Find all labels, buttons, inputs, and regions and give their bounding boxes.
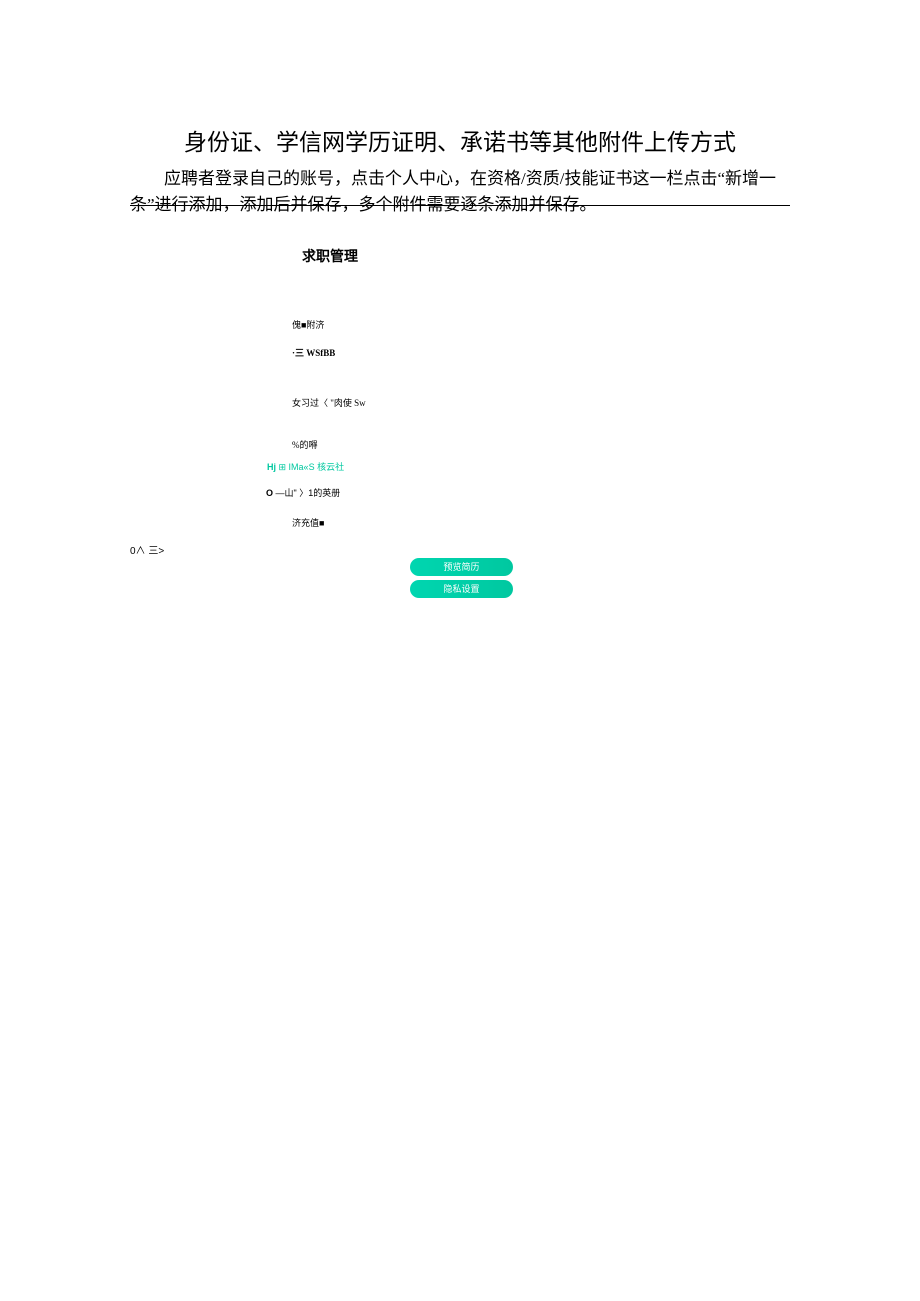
sidebar-item-certificate[interactable]: Hj ⊞ IMa«S 核云社 bbox=[267, 460, 344, 473]
sidebar-item-practice[interactable]: 女习过〈 "肉使 Sw bbox=[292, 396, 366, 409]
preview-resume-button[interactable]: 预览简历 bbox=[410, 558, 513, 576]
sidebar-item-percent[interactable]: %的嘚 bbox=[292, 438, 318, 451]
section-header: 求职管理 bbox=[302, 246, 358, 266]
page-title: 身份证、学信网学历证明、承诺书等其他附件上传方式 bbox=[0, 123, 920, 157]
privacy-settings-button[interactable]: 隐私设置 bbox=[410, 580, 513, 598]
sidebar-item-resume[interactable]: 傀■附济 bbox=[292, 318, 324, 331]
cert-suffix: 核云社 bbox=[315, 462, 345, 472]
small-corner-label: 0∧ 三> bbox=[130, 542, 164, 557]
book-text: —山" 〉1的英册 bbox=[273, 488, 340, 498]
description-text: 应聘者登录自己的账号，点击个人中心，在资格/资质/技能证书这一栏点击“新增一条”… bbox=[130, 166, 790, 219]
cert-prefix: Hj bbox=[267, 462, 279, 472]
sidebar-item-book[interactable]: O —山" 〉1的英册 bbox=[266, 486, 340, 499]
sidebar-item-wsfbb[interactable]: ·三 WSfBB bbox=[292, 346, 335, 359]
sidebar-item-recharge[interactable]: 济充值■ bbox=[292, 516, 324, 529]
divider-line bbox=[130, 205, 790, 206]
cert-main: ⊞ IMa«S bbox=[279, 462, 315, 472]
